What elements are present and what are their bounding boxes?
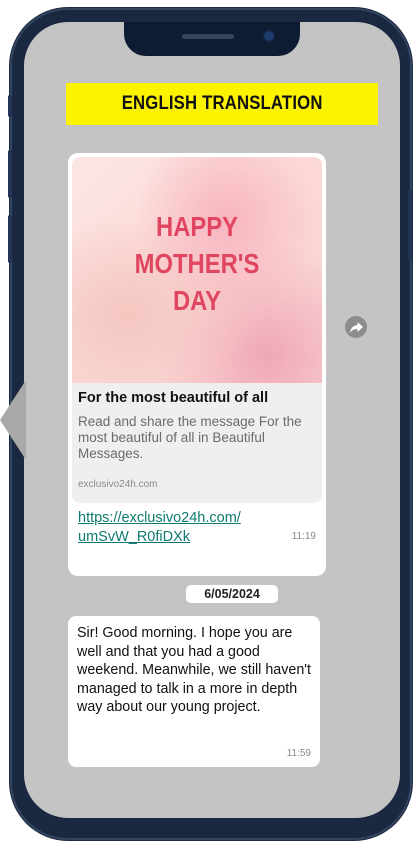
share-forward-icon-glyph: [349, 321, 363, 333]
message-timestamp: 11:59: [286, 748, 311, 759]
phone-screen: ENGLISH TRANSLATION HAPPY MOTHER'S DAY F…: [24, 22, 400, 818]
message-bubble-link[interactable]: HAPPY MOTHER'S DAY For the most beautifu…: [68, 153, 326, 576]
date-divider: 6/05/2024: [186, 585, 278, 603]
volume-up-button: [8, 150, 12, 198]
link-line[interactable]: https://exclusivo24h.com/: [78, 509, 268, 528]
notch: [124, 22, 300, 56]
power-button: [408, 190, 412, 260]
silent-switch: [8, 95, 12, 117]
message-bubble-text[interactable]: Sir! Good morning. I hope you are well a…: [68, 616, 320, 767]
preview-image-line: MOTHER'S: [134, 248, 260, 279]
preview-image: HAPPY MOTHER'S DAY: [72, 157, 322, 383]
share-forward-icon[interactable]: [345, 316, 367, 338]
preview-image-line: HAPPY: [156, 211, 238, 242]
message-link[interactable]: https://exclusivo24h.com/ umSvW_R0fiDXk: [78, 509, 268, 547]
preview-domain: exclusivo24h.com: [78, 479, 158, 490]
volume-down-button: [8, 215, 12, 263]
translation-banner: ENGLISH TRANSLATION: [66, 83, 378, 125]
preview-title: For the most beautiful of all: [78, 390, 269, 406]
link-line[interactable]: umSvW_R0fiDXk: [78, 528, 268, 547]
preview-image-line: DAY: [172, 285, 222, 316]
callout-pointer: [0, 380, 26, 460]
message-text: Sir! Good morning. I hope you are well a…: [77, 625, 311, 715]
preview-description: Read and share the message For the most …: [78, 414, 302, 461]
speaker-grille: [182, 34, 234, 39]
front-camera: [264, 31, 274, 41]
message-timestamp: 11:19: [291, 531, 316, 542]
banner-label: ENGLISH TRANSLATION: [121, 93, 323, 114]
link-preview-card[interactable]: HAPPY MOTHER'S DAY For the most beautifu…: [72, 157, 322, 503]
